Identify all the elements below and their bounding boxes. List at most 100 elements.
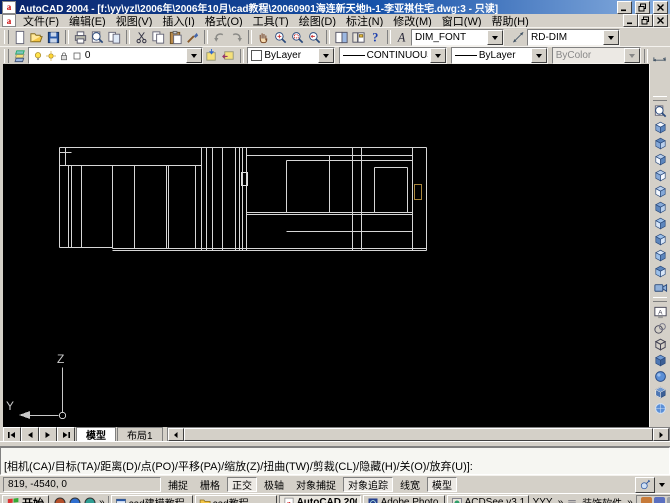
- autocad-app-icon[interactable]: a: [2, 0, 16, 14]
- taskbar-button-cad建模教程[interactable]: cad建模教程...: [110, 494, 193, 503]
- view-ne-iso-button[interactable]: [652, 247, 669, 263]
- scroll-left-button[interactable]: [167, 428, 184, 441]
- minimize-button[interactable]: [617, 0, 632, 14]
- toggle-线宽[interactable]: 线宽: [395, 477, 425, 492]
- layer-combo[interactable]: 0: [27, 47, 204, 64]
- child-close-button[interactable]: [653, 14, 668, 27]
- drawing-canvas[interactable]: Z Y: [3, 64, 649, 427]
- toggle-捕捉[interactable]: 捕捉: [163, 477, 193, 492]
- dim-style-combo[interactable]: RD-DIM: [527, 28, 620, 46]
- tab-prev-button[interactable]: [21, 427, 39, 442]
- paste-button[interactable]: [167, 29, 184, 45]
- layer-dropdown-button[interactable]: [186, 48, 203, 63]
- copy-button[interactable]: [150, 29, 167, 45]
- toolbar-grip[interactable]: [4, 48, 9, 63]
- tab-模型[interactable]: 模型: [76, 427, 116, 442]
- zoom-realtime-button[interactable]: [272, 29, 289, 45]
- shade-2d-wireframe-button[interactable]: A: [652, 304, 669, 320]
- make-object-layer-current-button[interactable]: [203, 48, 220, 64]
- scroll-right-button[interactable]: [653, 428, 669, 441]
- horizontal-scrollbar[interactable]: [166, 427, 670, 442]
- taskbar-button-Adobe Photo[interactable]: Adobe Photo...: [362, 494, 445, 503]
- view-sw-iso-button[interactable]: [652, 215, 669, 231]
- status-bar-menu-button[interactable]: [657, 479, 667, 490]
- toggle-栅格[interactable]: 栅格: [195, 477, 225, 492]
- lineweight-dropdown-button[interactable]: [530, 48, 547, 63]
- quicklaunch-app-1-icon[interactable]: [53, 496, 67, 503]
- toggle-模型[interactable]: 模型: [427, 477, 457, 492]
- band-overflow-chevron[interactable]: »: [626, 497, 634, 503]
- open-button[interactable]: [28, 29, 45, 45]
- drawing-file-icon[interactable]: a: [2, 14, 16, 27]
- view-nw-iso-button[interactable]: [652, 263, 669, 279]
- quick-launch-overflow[interactable]: »: [98, 497, 106, 503]
- preview-button[interactable]: [89, 29, 106, 45]
- coordinate-readout[interactable]: 819, -4540, 0: [3, 477, 161, 492]
- view-front-button[interactable]: [652, 183, 669, 199]
- match-properties-button[interactable]: [184, 29, 201, 45]
- child-restore-button[interactable]: [638, 14, 653, 27]
- lineweight-combo[interactable]: ByLayer: [450, 47, 548, 64]
- tab-first-button[interactable]: [3, 427, 21, 442]
- toolbar-grip[interactable]: [653, 297, 667, 302]
- shade-3d-wireframe-button[interactable]: [652, 320, 669, 336]
- zoom-previous-button[interactable]: [306, 29, 323, 45]
- undo-button[interactable]: [211, 29, 228, 45]
- sun-icon[interactable]: [45, 50, 57, 62]
- command-prompt-line[interactable]: [相机(CA)/目标(TA)/距离(D)/点(PO)/平移(PA)/缩放(Z)/…: [4, 461, 666, 474]
- dim-style-dropdown-button[interactable]: [603, 29, 619, 45]
- bulb-icon[interactable]: [32, 50, 44, 62]
- restore-button[interactable]: [635, 0, 650, 14]
- named-views-button[interactable]: [652, 103, 669, 119]
- text-style-dropdown-button[interactable]: [487, 29, 503, 45]
- zoom-window-button[interactable]: [289, 29, 306, 45]
- view-right-button[interactable]: [652, 167, 669, 183]
- shade-hidden-button[interactable]: [652, 336, 669, 352]
- toggle-正交[interactable]: 正交: [227, 477, 257, 492]
- swatch-white-icon[interactable]: [71, 50, 83, 62]
- toggle-极轴[interactable]: 极轴: [259, 477, 289, 492]
- layer-previous-button[interactable]: [220, 48, 237, 64]
- quicklaunch-media-icon[interactable]: [83, 496, 97, 503]
- shade-flat-button[interactable]: [652, 352, 669, 368]
- linetype-dropdown-button[interactable]: [430, 48, 447, 63]
- tab-last-button[interactable]: [57, 427, 75, 442]
- color-combo[interactable]: ByLayer: [247, 47, 335, 64]
- new-button[interactable]: [11, 29, 28, 45]
- lock-icon[interactable]: [58, 50, 70, 62]
- pan-button[interactable]: [255, 29, 272, 45]
- taskbar-band-装饰软件[interactable]: 装饰软件: [580, 495, 624, 503]
- view-bottom-button[interactable]: [652, 135, 669, 151]
- toolbar-grip[interactable]: [4, 30, 9, 44]
- band-overflow-chevron[interactable]: »: [557, 497, 565, 503]
- scrollbar-thumb[interactable]: [183, 428, 653, 441]
- tray-icon-1[interactable]: [640, 497, 652, 503]
- view-top-button[interactable]: [652, 119, 669, 135]
- view-back-button[interactable]: [652, 199, 669, 215]
- shade-flat-edges-button[interactable]: [652, 384, 669, 400]
- shade-gouraud-button[interactable]: [652, 368, 669, 384]
- designcenter-button[interactable]: [350, 29, 367, 45]
- save-button[interactable]: [45, 29, 62, 45]
- toggle-对象捕捉[interactable]: 对象捕捉: [291, 477, 341, 492]
- shade-gouraud-edges-button[interactable]: [652, 400, 669, 416]
- dimension-linear-button[interactable]: [651, 48, 668, 64]
- properties-button[interactable]: [333, 29, 350, 45]
- communication-center-button[interactable]: [635, 476, 655, 493]
- redo-button[interactable]: [228, 29, 245, 45]
- taskbar-button-cad教程[interactable]: cad教程: [194, 494, 277, 503]
- layer-properties-manager-button[interactable]: [11, 48, 28, 64]
- publish-button[interactable]: [106, 29, 123, 45]
- plot-button[interactable]: [72, 29, 89, 45]
- help-button[interactable]: ?: [367, 29, 384, 45]
- color-dropdown-button[interactable]: [317, 48, 334, 63]
- tab-next-button[interactable]: [39, 427, 57, 442]
- view-left-button[interactable]: [652, 151, 669, 167]
- tab-布局1[interactable]: 布局1: [117, 427, 163, 442]
- taskbar-button-AutoCAD 200[interactable]: a AutoCAD 200...: [278, 494, 361, 503]
- text-style-combo[interactable]: DIM_FONT: [411, 28, 504, 46]
- tray-icon-2[interactable]: [653, 497, 665, 503]
- linetype-combo[interactable]: CONTINUOUS: [338, 47, 448, 64]
- taskbar-button-ACDSee v3.1[interactable]: ACDSee v3.1...: [446, 494, 529, 503]
- taskbar-band-YYY[interactable]: YYY: [531, 497, 555, 503]
